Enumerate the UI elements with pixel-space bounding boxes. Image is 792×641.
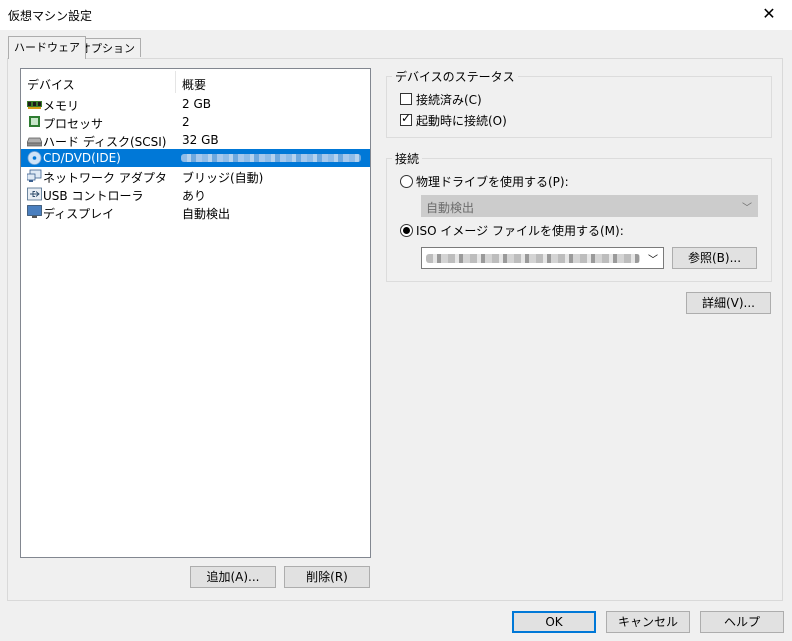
title-bar: 仮想マシン設定 ✕ (0, 0, 792, 30)
display-icon (27, 205, 42, 218)
browse-button[interactable]: 参照(B)... (672, 247, 757, 269)
device-status-legend: デバイスのステータス (392, 68, 518, 85)
column-header-device[interactable]: デバイス (27, 76, 75, 93)
device-row-hard-disk[interactable]: ハード ディスク(SCSI) 32 GB (21, 131, 370, 149)
add-device-button[interactable]: 追加(A)... (190, 566, 276, 588)
chevron-down-icon: ﹀ (648, 255, 658, 266)
physical-drive-value: 自動検出 (426, 201, 475, 215)
device-row-usb-controller[interactable]: USB コントローラ あり (21, 185, 370, 203)
device-summary: あり (182, 189, 207, 203)
device-name: USB コントローラ (43, 189, 144, 203)
connected-label[interactable]: 接続済み(C) (416, 91, 482, 108)
connection-legend: 接続 (392, 150, 423, 167)
connected-checkbox[interactable] (400, 93, 412, 105)
window-title: 仮想マシン設定 (8, 9, 93, 23)
device-summary: ブリッジ(自動) (182, 171, 264, 185)
device-name: CD/DVD(IDE) (43, 151, 121, 165)
cancel-button[interactable]: キャンセル (606, 611, 690, 633)
close-icon: ✕ (762, 4, 776, 23)
column-separator[interactable] (175, 71, 176, 93)
device-row-processor[interactable]: プロセッサ 2 (21, 113, 370, 131)
network-adapter-icon (27, 169, 42, 182)
iso-path-redacted (426, 254, 640, 263)
processor-icon (29, 116, 40, 127)
device-row-memory[interactable]: メモリ 2 GB (21, 95, 370, 113)
device-name: プロセッサ (43, 117, 104, 131)
iso-image-label[interactable]: ISO イメージ ファイルを使用する(M): (416, 222, 624, 239)
advanced-button[interactable]: 詳細(V)... (686, 292, 771, 314)
device-name: メモリ (43, 99, 80, 113)
usb-controller-icon (27, 187, 42, 201)
checkmark-icon: ✓ (401, 111, 412, 125)
device-summary: 2 GB (182, 97, 211, 111)
device-list-header: デバイス 概要 (21, 69, 370, 95)
device-row-cd-dvd[interactable]: CD/DVD(IDE) (21, 149, 370, 167)
device-row-display[interactable]: ディスプレイ 自動検出 (21, 203, 370, 221)
device-row-network-adapter[interactable]: ネットワーク アダプタ ブリッジ(自動) (21, 167, 370, 185)
physical-drive-radio[interactable] (400, 175, 413, 188)
ok-button[interactable]: OK (512, 611, 596, 633)
connect-at-power-on-checkbox[interactable]: ✓ (400, 111, 412, 126)
physical-drive-label[interactable]: 物理ドライブを使用する(P): (416, 173, 569, 190)
device-name: ハード ディスク(SCSI) (43, 135, 167, 149)
iso-image-radio[interactable] (400, 224, 413, 237)
connect-at-power-on-label[interactable]: 起動時に接続(O) (416, 112, 507, 129)
device-name: ネットワーク アダプタ (43, 171, 167, 185)
remove-device-button[interactable]: 削除(R) (284, 566, 370, 588)
device-summary: 32 GB (182, 133, 219, 147)
close-button[interactable]: ✕ (746, 0, 792, 30)
memory-icon (27, 101, 42, 109)
hard-disk-icon (27, 137, 42, 147)
tab-hardware[interactable]: ハードウェア (8, 36, 86, 59)
iso-image-path-combo[interactable]: ﹀ (421, 247, 664, 269)
device-summary: 自動検出 (182, 207, 231, 221)
device-summary: 2 (182, 115, 190, 129)
help-button[interactable]: ヘルプ (700, 611, 784, 633)
radio-selected-dot (403, 227, 410, 234)
column-header-summary[interactable]: 概要 (182, 76, 206, 93)
device-name: ディスプレイ (43, 207, 115, 221)
chevron-down-icon: ﹀ (742, 203, 752, 214)
physical-drive-select: 自動検出 ﹀ (421, 195, 758, 217)
device-list[interactable]: デバイス 概要 メモリ 2 GB プロセッサ 2 ハード ディスク(SCSI) … (20, 68, 371, 558)
device-summary-redacted (181, 154, 361, 162)
cd-dvd-icon (27, 151, 42, 165)
